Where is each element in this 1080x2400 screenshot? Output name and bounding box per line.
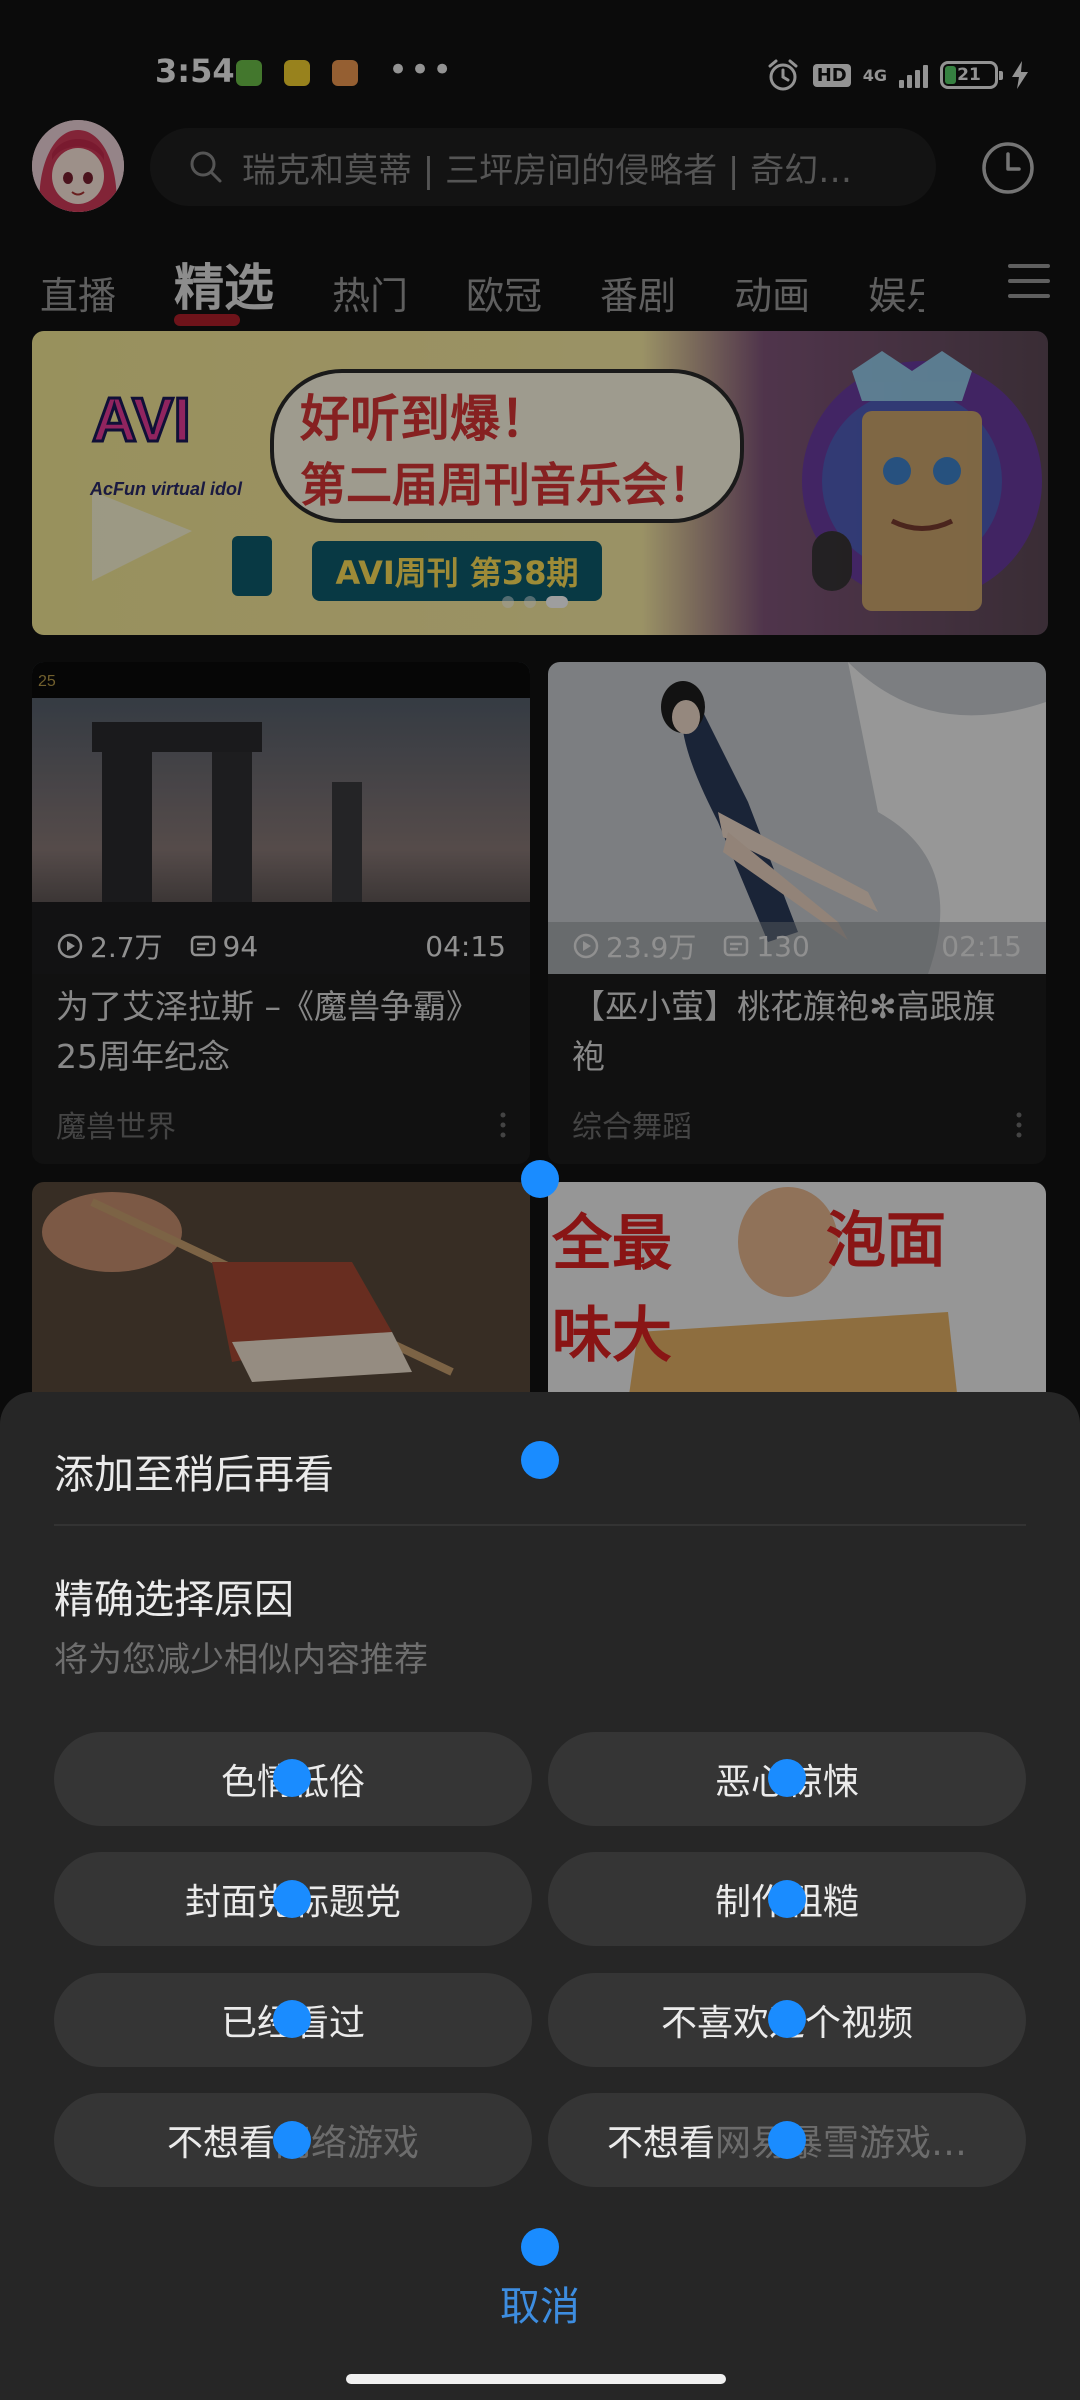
reason-label: 不想看 <box>606 2123 715 2164</box>
touch-marker <box>768 2000 806 2038</box>
reason-title: 精确选择原因 <box>54 1577 294 1623</box>
touch-marker <box>521 1160 559 1198</box>
touch-marker <box>273 2000 311 2038</box>
touch-marker <box>273 1759 311 1797</box>
watch-later-option[interactable]: 添加至稍后再看 <box>54 1442 334 1500</box>
reason-subtitle: 将为您减少相似内容推荐 <box>54 1640 428 1680</box>
touch-marker <box>768 2121 806 2159</box>
divider <box>54 1524 1026 1526</box>
touch-marker <box>273 2121 311 2159</box>
touch-marker <box>273 1880 311 1918</box>
home-indicator[interactable] <box>346 2374 726 2384</box>
reason-label: 不想看 <box>166 2123 275 2164</box>
touch-marker <box>768 1880 806 1918</box>
touch-marker <box>768 1759 806 1797</box>
reason-topic: 网易暴雪游戏… <box>715 2123 968 2164</box>
touch-marker <box>521 1441 559 1479</box>
cancel-button[interactable]: 取消 <box>0 2274 1080 2332</box>
touch-marker <box>521 2228 559 2266</box>
